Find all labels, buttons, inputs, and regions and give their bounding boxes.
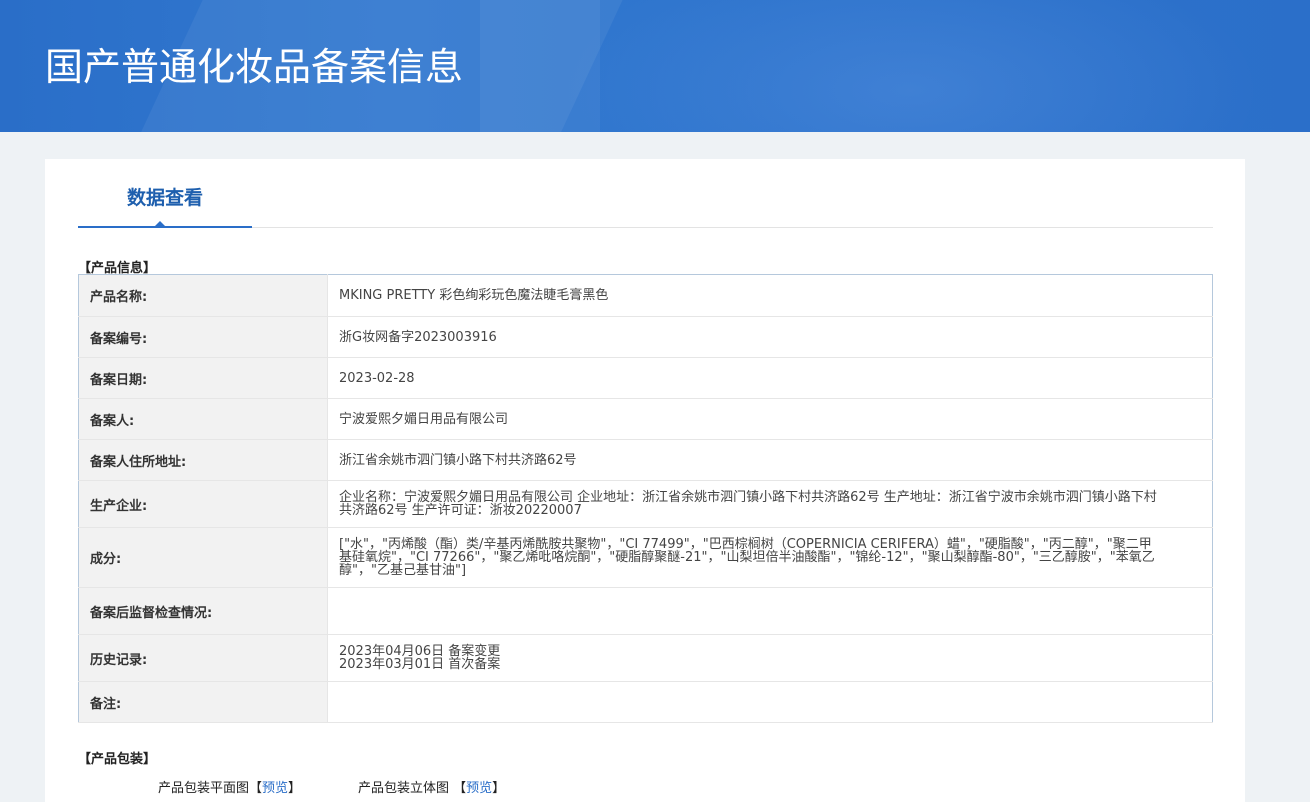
table-row: 产品名称: MKING PRETTY 彩色绚彩玩色魔法睫毛膏黑色	[78, 274, 1213, 317]
tab-active-indicator	[154, 221, 166, 227]
tab-label: 数据查看	[126, 187, 203, 209]
row-key: 备案人住所地址:	[78, 439, 328, 481]
table-row: 备案人住所地址: 浙江省余姚市泗门镇小路下村共济路62号	[78, 439, 1213, 481]
packaging-heading: 【产品包装】	[78, 752, 157, 767]
table-row: 历史记录: 2023年04月06日 备案变更 2023年03月01日 首次备案	[78, 634, 1213, 682]
packaging-label: 产品包装立体图	[358, 781, 450, 796]
row-key: 备案编号:	[78, 316, 328, 358]
row-value: 浙江省余姚市泗门镇小路下村共济路62号	[327, 439, 1213, 481]
row-key: 产品名称:	[78, 274, 328, 317]
tab-bar: 数据查看	[78, 159, 1213, 228]
row-value: 宁波爱熙夕媚日用品有限公司	[327, 398, 1213, 440]
packaging-item-flat: 产品包装平面图【预览】	[158, 777, 301, 796]
table-row: 成分: ["水"，"丙烯酸（酯）类/辛基丙烯酰胺共聚物"，"CI 77499"，…	[78, 527, 1213, 588]
row-value	[327, 681, 1213, 723]
row-key: 成分:	[78, 527, 328, 588]
banner-decoration	[480, 0, 600, 132]
preview-link-flat[interactable]: 预览	[262, 781, 288, 796]
row-value: 2023-02-28	[327, 357, 1213, 399]
banner-decoration	[560, 0, 1260, 132]
history-entry: 2023年03月01日 首次备案	[339, 657, 501, 672]
table-row: 备案后监督检查情况:	[78, 587, 1213, 635]
table-row: 备案人: 宁波爱熙夕媚日用品有限公司	[78, 398, 1213, 440]
row-value: 企业名称：宁波爱熙夕媚日用品有限公司 企业地址：浙江省余姚市泗门镇小路下村共济路…	[327, 480, 1213, 528]
row-key: 生产企业:	[78, 480, 328, 528]
row-key: 备案人:	[78, 398, 328, 440]
row-key: 备注:	[78, 681, 328, 723]
row-key: 备案日期:	[78, 357, 328, 399]
page-title: 国产普通化妆品备案信息	[45, 45, 464, 89]
row-value: ["水"，"丙烯酸（酯）类/辛基丙烯酰胺共聚物"，"CI 77499"，"巴西棕…	[327, 527, 1213, 588]
header-banner: 国产普通化妆品备案信息	[0, 0, 1310, 132]
bracket: 】	[492, 781, 506, 796]
bracket: 】	[288, 781, 302, 796]
packaging-item-3d: 产品包装立体图 【预览】	[358, 777, 505, 796]
bracket: 【	[449, 781, 467, 796]
content-panel: 数据查看 【产品信息】 产品名称: MKING PRETTY 彩色绚彩玩色魔法睫…	[45, 159, 1245, 802]
tab-data-view[interactable]: 数据查看	[78, 159, 252, 228]
row-key: 历史记录:	[78, 634, 328, 682]
preview-link-3d[interactable]: 预览	[466, 781, 492, 796]
packaging-label: 产品包装平面图	[158, 781, 250, 796]
bracket: 【	[249, 781, 263, 796]
history-value: 2023年04月06日 备案变更 2023年03月01日 首次备案	[327, 634, 1213, 682]
table-row: 备案编号: 浙G妆网备字2023003916	[78, 316, 1213, 358]
table-row: 备案日期: 2023-02-28	[78, 357, 1213, 399]
row-value: 浙G妆网备字2023003916	[327, 316, 1213, 358]
row-value: MKING PRETTY 彩色绚彩玩色魔法睫毛膏黑色	[327, 274, 1213, 317]
row-value	[327, 587, 1213, 635]
table-row: 生产企业: 企业名称：宁波爱熙夕媚日用品有限公司 企业地址：浙江省余姚市泗门镇小…	[78, 480, 1213, 528]
table-row: 备注:	[78, 681, 1213, 723]
product-info-table: 产品名称: MKING PRETTY 彩色绚彩玩色魔法睫毛膏黑色 备案编号: 浙…	[78, 274, 1213, 723]
row-key: 备案后监督检查情况:	[78, 587, 328, 635]
